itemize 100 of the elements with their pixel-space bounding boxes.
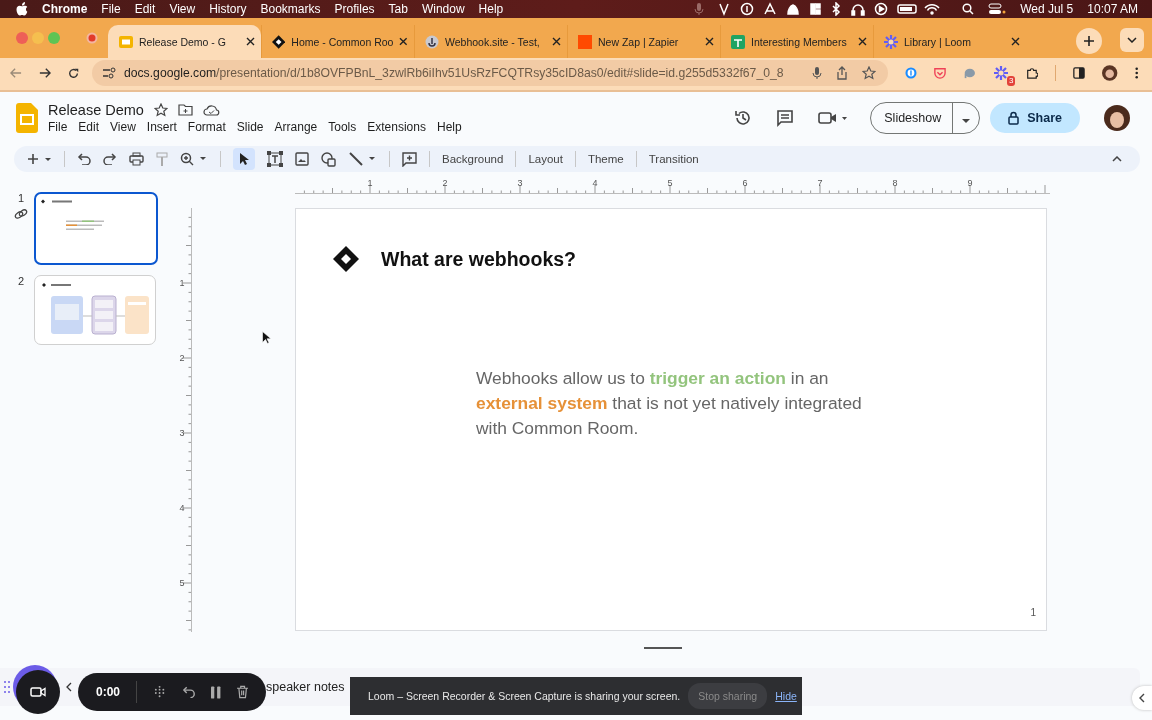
pocket-icon[interactable]: [933, 66, 946, 80]
image-icon[interactable]: [295, 152, 309, 166]
zoom-icon[interactable]: [180, 152, 208, 166]
toolbar-button[interactable]: Layout: [528, 153, 563, 165]
burst-icon: [884, 34, 898, 49]
collapse-caret-icon[interactable]: [1112, 156, 1122, 162]
diamond-logo-icon: [333, 246, 359, 272]
ruler-label: 9: [967, 178, 973, 188]
ruler-label: 4: [179, 503, 185, 513]
undo-icon[interactable]: [77, 153, 91, 165]
comment-icon[interactable]: [776, 109, 795, 127]
close-icon[interactable]: [705, 37, 714, 46]
ruler-label: 8: [892, 178, 898, 188]
trash-icon[interactable]: [236, 685, 248, 699]
shape-icon[interactable]: [321, 151, 337, 167]
avatar-icon[interactable]: [1104, 105, 1130, 131]
pause-icon[interactable]: [211, 685, 221, 699]
document-title[interactable]: Release Demo: [48, 102, 144, 118]
apple-logo-icon[interactable]: [16, 2, 28, 16]
hide-link[interactable]: Hide: [775, 690, 797, 702]
diamond-icon: [272, 34, 286, 49]
tab-title: Webhook.site - Test,: [445, 35, 541, 48]
site-settings-icon[interactable]: [101, 67, 116, 79]
control-center-icon[interactable]: [988, 3, 1007, 15]
menu-item[interactable]: Format: [187, 120, 226, 134]
password-extension-icon[interactable]: [904, 66, 917, 80]
close-icon[interactable]: [399, 37, 408, 46]
toolbar-button[interactable]: Background: [442, 153, 504, 165]
ruler-label: 4: [592, 178, 598, 188]
redo-icon[interactable]: [103, 153, 117, 165]
microphone-icon[interactable]: [694, 2, 705, 16]
menu-item[interactable]: Tab: [388, 2, 408, 16]
menu-item[interactable]: File: [48, 120, 68, 134]
spreadsheet-icon: [731, 34, 745, 49]
new-tab-button[interactable]: [1076, 28, 1102, 54]
side-panel-icon[interactable]: [1073, 66, 1086, 80]
menu-item[interactable]: View: [169, 2, 196, 16]
new-slide-icon[interactable]: [28, 153, 52, 165]
menu-item[interactable]: View: [110, 120, 136, 134]
share-icon[interactable]: [835, 66, 848, 80]
menu-item[interactable]: Window: [421, 2, 465, 16]
more-icon[interactable]: [1134, 66, 1138, 80]
resize-handle[interactable]: [644, 647, 682, 649]
add-comment-icon[interactable]: [402, 151, 417, 167]
app-name[interactable]: Chrome: [42, 2, 88, 16]
back-arrow-icon[interactable]: [10, 67, 22, 79]
webhook-icon: [425, 34, 439, 49]
puzzle-icon[interactable]: [1026, 66, 1039, 80]
chevron-left-icon[interactable]: [66, 682, 72, 692]
reload-icon[interactable]: [67, 66, 79, 80]
text-box-icon[interactable]: [267, 151, 283, 167]
undo-icon[interactable]: [182, 686, 196, 698]
dot-grid-icon[interactable]: [152, 685, 167, 699]
forward-arrow-icon[interactable]: [38, 67, 51, 79]
chevron-left-icon: [1139, 693, 1145, 703]
star-icon[interactable]: [861, 66, 876, 80]
print-icon[interactable]: [129, 152, 144, 166]
menu-item[interactable]: History: [209, 2, 247, 16]
menu-item[interactable]: Help: [478, 2, 504, 16]
browser-tab[interactable]: Release Demo - G: [108, 25, 261, 58]
slide-number: 2: [17, 275, 25, 287]
microphone-icon[interactable]: [811, 66, 822, 80]
menu-item[interactable]: Insert: [146, 120, 177, 134]
history-icon[interactable]: [734, 109, 753, 127]
burst-icon[interactable]: [993, 65, 1010, 81]
close-icon[interactable]: [858, 37, 867, 46]
slide-thumbnail[interactable]: [34, 192, 158, 265]
speaker-notes-placeholder[interactable]: speaker notes: [266, 680, 345, 694]
menu-item[interactable]: Slide: [236, 120, 264, 134]
share-button[interactable]: Share: [990, 103, 1080, 133]
menu-item[interactable]: Arrange: [274, 120, 318, 134]
address-field[interactable]: docs.google.com/presentation/d/1b8OVFPBnL_3zwlRb6iIhv51UsRzFCQTRsy35cID8as0/edit#slide=id.g255d5332f67_0_8: [91, 60, 888, 86]
close-icon[interactable]: [246, 37, 255, 46]
menu-item[interactable]: Bookmarks: [260, 2, 321, 16]
video-camera-icon[interactable]: [818, 111, 849, 125]
slide-canvas[interactable]: What are webhooks? Webhooks allow us to trigger an action in an external system that is not yet natively integrated with Common Room. 1: [295, 208, 1047, 631]
toolbar-button[interactable]: Theme: [587, 153, 624, 165]
line-icon[interactable]: [349, 152, 377, 166]
menu-item[interactable]: Edit: [134, 2, 156, 16]
tab-title: Library | Loom: [904, 35, 972, 48]
star-icon[interactable]: [153, 103, 168, 117]
cloud-icon[interactable]: [202, 104, 220, 116]
drag-handle-icon[interactable]: [4, 680, 10, 694]
menu-item[interactable]: Tools: [328, 120, 357, 134]
folder-icon[interactable]: [177, 104, 193, 116]
menu-item[interactable]: Profiles: [334, 2, 375, 16]
sharing-message: Loom – Screen Recorder & Screen Capture is sharing your screen.: [368, 690, 681, 702]
close-icon[interactable]: [552, 37, 561, 46]
select-tool[interactable]: [233, 148, 255, 170]
menu-item[interactable]: Help: [436, 120, 462, 134]
mouse-cursor-icon: [262, 331, 271, 344]
toolbar-button[interactable]: Transition: [648, 153, 699, 165]
search-icon[interactable]: [962, 3, 975, 15]
menu-item[interactable]: Extensions: [367, 120, 426, 134]
close-icon[interactable]: [1011, 37, 1020, 46]
video-camera-icon: [30, 686, 46, 698]
avatar-icon[interactable]: [1102, 64, 1118, 82]
menu-item[interactable]: Edit: [78, 120, 100, 134]
menu-item[interactable]: File: [101, 2, 121, 16]
tab-search-button[interactable]: [1120, 28, 1144, 52]
